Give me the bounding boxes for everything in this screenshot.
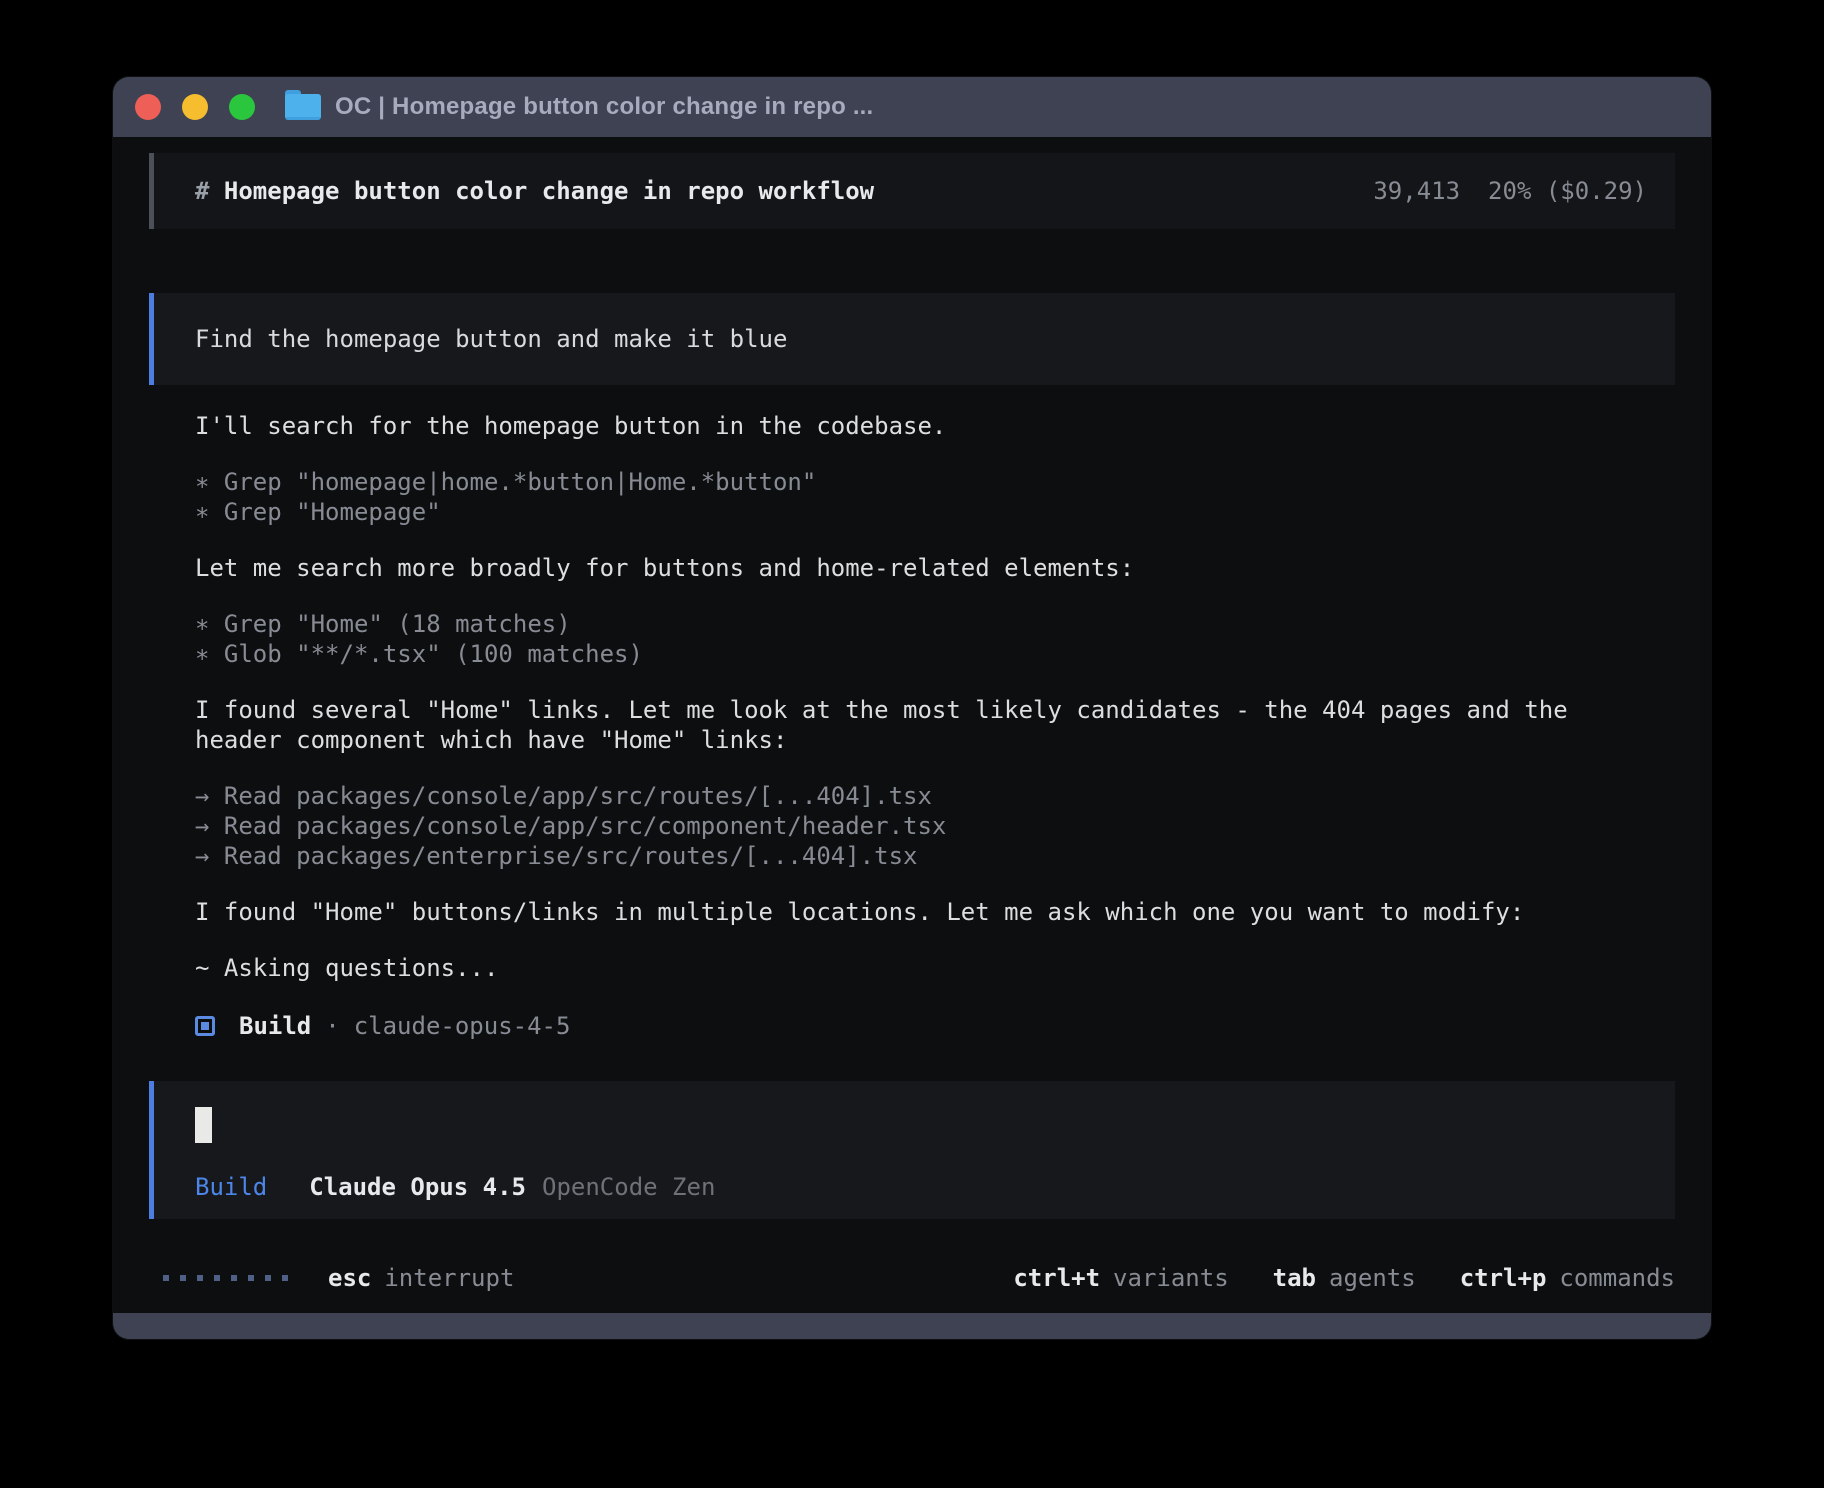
- commands-label: commands: [1559, 1263, 1675, 1293]
- progress-dot: [214, 1275, 220, 1281]
- input-agent-mode[interactable]: Build: [195, 1172, 267, 1202]
- user-message-text: Find the homepage button and make it blu…: [195, 324, 787, 354]
- assistant-text: I found "Home" buttons/links in multiple…: [195, 897, 1645, 927]
- tool-call-read: → Read packages/enterprise/src/routes/[.…: [195, 841, 1675, 871]
- ctrl-p-key: ctrl+p: [1460, 1263, 1547, 1293]
- session-title-hash: #: [195, 177, 224, 205]
- terminal-window: OC | Homepage button color change in rep…: [113, 77, 1711, 1339]
- tool-call-read: → Read packages/console/app/src/componen…: [195, 811, 1675, 841]
- minimize-button[interactable]: [182, 94, 208, 120]
- input-provider-name: OpenCode Zen: [542, 1172, 715, 1202]
- assistant-text: I found several "Home" links. Let me loo…: [195, 695, 1645, 755]
- tool-call-group: ∗ Grep "homepage|home.*button|Home.*butt…: [195, 467, 1675, 527]
- zoom-button[interactable]: [229, 94, 255, 120]
- token-count: 39,413: [1373, 176, 1460, 206]
- working-status: ~ Asking questions...: [195, 953, 1675, 983]
- progress-dot: [231, 1275, 237, 1281]
- input-model-name[interactable]: Claude Opus 4.5: [309, 1172, 526, 1202]
- esc-label: interrupt: [384, 1263, 514, 1293]
- folder-icon: [285, 94, 321, 120]
- tool-call-group: → Read packages/console/app/src/routes/[…: [195, 781, 1675, 871]
- ctrl-t-key: ctrl+t: [1013, 1263, 1100, 1293]
- session-title-text: Homepage button color change in repo wor…: [224, 177, 874, 205]
- shortcut-interrupt[interactable]: esc interrupt: [328, 1263, 514, 1293]
- agent-model: claude-opus-4-5: [354, 1011, 571, 1041]
- prompt-input[interactable]: Build Claude Opus 4.5 OpenCode Zen: [149, 1081, 1675, 1219]
- agent-name: Build: [239, 1011, 311, 1041]
- agent-separator: ·: [325, 1011, 339, 1041]
- esc-key: esc: [328, 1263, 371, 1293]
- traffic-lights: [135, 94, 255, 120]
- tool-call-grep: ∗ Grep "Homepage": [195, 497, 1675, 527]
- variants-label: variants: [1113, 1263, 1229, 1293]
- titlebar[interactable]: OC | Homepage button color change in rep…: [113, 77, 1711, 137]
- session-stats: 39,413 20% ($0.29): [1373, 176, 1647, 206]
- shortcut-commands[interactable]: ctrl+p commands: [1460, 1263, 1675, 1293]
- terminal-content: # Homepage button color change in repo w…: [113, 137, 1711, 1313]
- context-usage: 20% ($0.29): [1488, 176, 1647, 206]
- agents-label: agents: [1329, 1263, 1416, 1293]
- progress-dot: [197, 1275, 203, 1281]
- tool-call-grep: ∗ Grep "Home" (18 matches): [195, 609, 1675, 639]
- shortcut-hints: ctrl+t variants tab agents ctrl+p comman…: [1013, 1263, 1675, 1293]
- agent-build-icon: [195, 1016, 215, 1036]
- user-message: Find the homepage button and make it blu…: [149, 293, 1675, 385]
- tool-call-group: ∗ Grep "Home" (18 matches) ∗ Glob "**/*.…: [195, 609, 1675, 669]
- tool-call-read: → Read packages/console/app/src/routes/[…: [195, 781, 1675, 811]
- status-bar: esc interrupt ctrl+t variants tab agents…: [149, 1263, 1675, 1299]
- shortcut-variants[interactable]: ctrl+t variants: [1013, 1263, 1228, 1293]
- assistant-text: Let me search more broadly for buttons a…: [195, 553, 1645, 583]
- progress-dot: [282, 1275, 288, 1281]
- close-button[interactable]: [135, 94, 161, 120]
- progress-dot: [265, 1275, 271, 1281]
- activity-dots: [163, 1275, 288, 1281]
- text-cursor: [195, 1107, 212, 1143]
- progress-dot: [180, 1275, 186, 1281]
- tool-call-glob: ∗ Glob "**/*.tsx" (100 matches): [195, 639, 1675, 669]
- session-title: # Homepage button color change in repo w…: [195, 176, 874, 206]
- progress-dot: [163, 1275, 169, 1281]
- session-header: # Homepage button color change in repo w…: [149, 153, 1675, 229]
- progress-dot: [248, 1275, 254, 1281]
- tab-key: tab: [1273, 1263, 1316, 1293]
- assistant-text: I'll search for the homepage button in t…: [195, 411, 1645, 441]
- shortcut-agents[interactable]: tab agents: [1273, 1263, 1416, 1293]
- conversation: I'll search for the homepage button in t…: [195, 385, 1675, 1041]
- tool-call-grep: ∗ Grep "homepage|home.*button|Home.*butt…: [195, 467, 1675, 497]
- agent-row: Build · claude-opus-4-5: [195, 1011, 1675, 1041]
- input-meta: Build Claude Opus 4.5 OpenCode Zen: [195, 1172, 1647, 1202]
- window-title: OC | Homepage button color change in rep…: [335, 93, 873, 121]
